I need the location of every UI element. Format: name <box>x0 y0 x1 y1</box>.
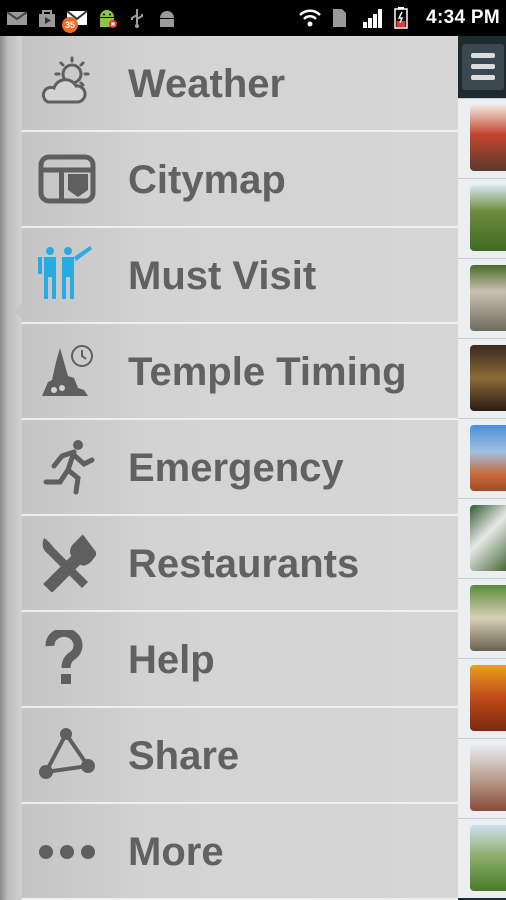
system-icons: 4:34 PM <box>298 4 500 32</box>
content-panel <box>458 36 506 900</box>
thumbnail-image <box>470 345 506 411</box>
menu-item-label: Emergency <box>128 446 344 490</box>
android-icon <box>96 7 118 29</box>
notification-badge: 35 <box>62 17 78 33</box>
thumbnail-image <box>470 105 506 171</box>
menu-item-citymap[interactable]: Citymap <box>22 132 458 228</box>
weather-icon <box>38 54 96 112</box>
gmail-icon <box>6 7 28 29</box>
thumbnail-image <box>470 185 506 251</box>
citymap-icon <box>38 150 96 208</box>
list-item[interactable] <box>458 818 506 898</box>
menu-item-temple-timing[interactable]: Temple Timing <box>22 324 458 420</box>
menu-toggle-button[interactable] <box>462 44 504 90</box>
list-item[interactable] <box>458 498 506 578</box>
list-item[interactable] <box>458 178 506 258</box>
sim-icon <box>330 7 352 29</box>
thumbnail-image <box>470 665 506 731</box>
menu-item-label: Restaurants <box>128 542 360 586</box>
menu-item-more[interactable]: More <box>22 804 458 900</box>
thumbnail-image <box>470 825 506 891</box>
menu-list: Weather Citymap Must Visit Temple Timing… <box>22 36 458 900</box>
list-item[interactable] <box>458 418 506 498</box>
must-visit-icon <box>38 246 96 304</box>
signal-icon <box>362 7 384 29</box>
menu-item-must-visit[interactable]: Must Visit <box>22 228 458 324</box>
menu-item-restaurants[interactable]: Restaurants <box>22 516 458 612</box>
menu-item-weather[interactable]: Weather <box>22 36 458 132</box>
battery-icon <box>394 7 416 29</box>
thumbnail-image <box>470 585 506 651</box>
list-item[interactable] <box>458 98 506 178</box>
menu-item-share[interactable]: Share <box>22 708 458 804</box>
wifi-icon <box>298 7 321 29</box>
mail-icon: 35 <box>62 7 88 33</box>
bag-icon <box>36 7 58 29</box>
menu-item-label: Share <box>128 734 240 778</box>
menu-item-label: More <box>128 830 224 874</box>
android-debug-icon <box>156 7 178 29</box>
temple-timing-icon <box>38 342 96 400</box>
list-item[interactable] <box>458 658 506 738</box>
thumbnail-image <box>470 265 506 331</box>
thumbnail-image <box>470 745 506 811</box>
usb-icon <box>126 7 148 29</box>
clock: 4:34 PM <box>426 7 500 28</box>
thumbnail-image <box>470 425 506 491</box>
drawer-edge <box>0 36 22 900</box>
menu-item-label: Weather <box>128 62 286 106</box>
share-icon <box>38 726 96 784</box>
menu-item-label: Must Visit <box>128 254 317 298</box>
thumbnail-image <box>470 505 506 571</box>
menu-item-emergency[interactable]: Emergency <box>22 420 458 516</box>
thumbnail-list <box>458 98 506 898</box>
menu-item-label: Help <box>128 638 215 682</box>
emergency-icon <box>38 438 96 496</box>
list-item[interactable] <box>458 338 506 418</box>
list-item[interactable] <box>458 258 506 338</box>
list-item[interactable] <box>458 578 506 658</box>
menu-item-help[interactable]: Help <box>22 612 458 708</box>
restaurants-icon <box>38 534 98 593</box>
notification-icons: 35 <box>6 6 178 33</box>
navigation-drawer: Weather Citymap Must Visit Temple Timing… <box>0 36 458 900</box>
menu-item-label: Temple Timing <box>128 350 407 394</box>
help-icon <box>38 627 96 688</box>
more-icon <box>38 822 96 880</box>
list-item[interactable] <box>458 738 506 818</box>
menu-item-label: Citymap <box>128 158 286 202</box>
status-bar: 35 4:34 PM <box>0 0 506 36</box>
